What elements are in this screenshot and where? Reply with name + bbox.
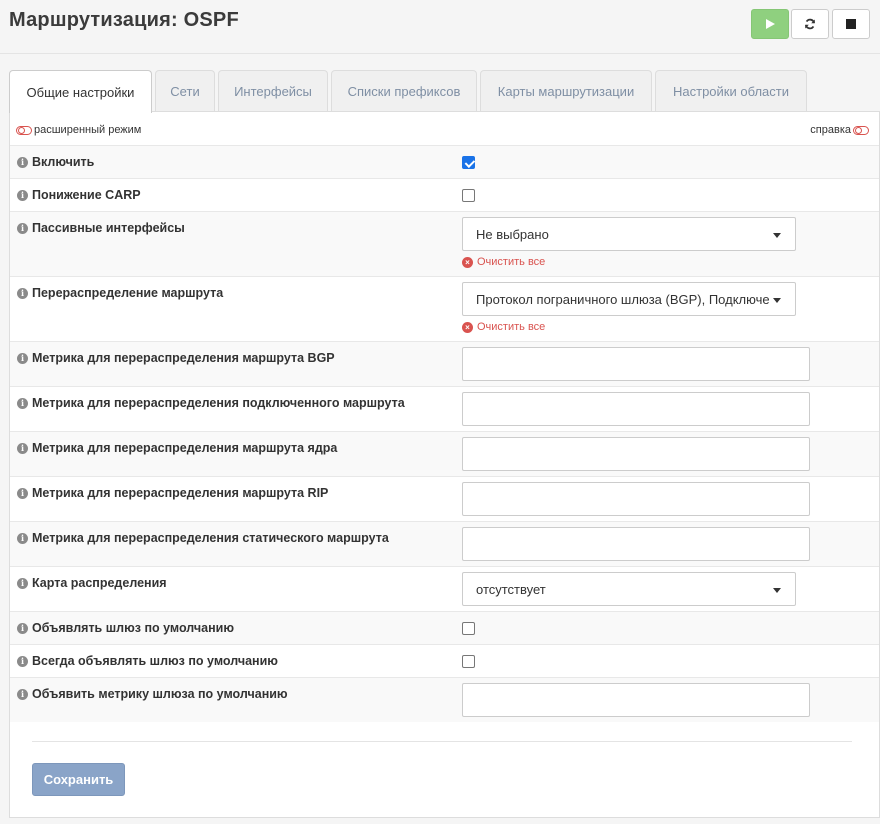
close-circle-icon: × — [462, 256, 473, 268]
row-connected-metric: i Метрика для перераспределения подключен… — [10, 386, 879, 431]
originate-default-checkbox[interactable] — [462, 622, 475, 635]
save-button[interactable]: Сохранить — [32, 763, 125, 796]
info-icon[interactable]: i — [17, 352, 28, 364]
restart-service-button[interactable] — [791, 9, 829, 39]
field-label: i Перераспределение маршрута — [17, 286, 223, 300]
connected-metric-input[interactable] — [462, 392, 810, 426]
tab-prefix-lists[interactable]: Списки префиксов — [331, 70, 477, 112]
tab-route-maps[interactable]: Карты маршрутизации — [480, 70, 652, 112]
passive-interfaces-select[interactable]: Не выбрано — [462, 217, 796, 251]
field-label: i Метрика для перераспределения подключен… — [17, 396, 405, 410]
tab-interfaces[interactable]: Интерфейсы — [218, 70, 328, 112]
static-metric-input[interactable] — [462, 527, 810, 561]
settings-panel: расширенный режим справка i Включить i Пон… — [9, 111, 880, 818]
start-service-button[interactable] — [751, 9, 789, 39]
help-toggle[interactable]: справка — [810, 124, 869, 136]
help-label: справка — [810, 124, 851, 136]
field-label: i Включить — [17, 155, 94, 169]
toggle-off-icon — [853, 125, 869, 135]
info-icon[interactable]: i — [17, 532, 28, 544]
row-bgp-metric: i Метрика для перераспределения маршрута … — [10, 341, 879, 386]
form-divider — [32, 741, 852, 742]
tab-general[interactable]: Общие настройки — [9, 70, 152, 113]
advanced-mode-label: расширенный режим — [34, 124, 142, 136]
stop-service-button[interactable] — [832, 9, 870, 39]
row-rip-metric: i Метрика для перераспределения маршрута … — [10, 476, 879, 521]
default-metric-input[interactable] — [462, 683, 810, 717]
enable-checkbox[interactable] — [462, 156, 475, 169]
field-label: i Пассивные интерфейсы — [17, 221, 185, 235]
clear-all-link[interactable]: × Очистить все — [462, 321, 545, 333]
toggle-off-icon — [16, 125, 32, 135]
field-label: i Карта распределения — [17, 576, 167, 590]
stop-icon — [846, 19, 856, 29]
redistribution-select[interactable]: Протокол пограничного шлюза (BGP), Подкл… — [462, 282, 796, 316]
field-label: i Объявить метрику шлюза по умолчанию — [17, 687, 288, 701]
row-passive-interfaces: i Пассивные интерфейсы Не выбрано × Очисти… — [10, 211, 879, 276]
tab-networks[interactable]: Сети — [155, 70, 215, 112]
kernel-metric-input[interactable] — [462, 437, 810, 471]
clear-all-link[interactable]: × Очистить все — [462, 256, 545, 268]
info-icon[interactable]: i — [17, 397, 28, 409]
row-default-metric: i Объявить метрику шлюза по умолчанию — [10, 677, 879, 722]
row-always-originate: i Всегда объявлять шлюз по умолчанию — [10, 644, 879, 677]
carp-checkbox[interactable] — [462, 189, 475, 202]
row-carp: i Понижение CARP — [10, 178, 879, 211]
info-icon[interactable]: i — [17, 287, 28, 299]
caret-down-icon — [773, 298, 781, 303]
row-redistribution: i Перераспределение маршрута Протокол пог… — [10, 276, 879, 341]
info-icon[interactable]: i — [17, 487, 28, 499]
row-kernel-metric: i Метрика для перераспределения маршрута … — [10, 431, 879, 476]
bgp-metric-input[interactable] — [462, 347, 810, 381]
row-static-metric: i Метрика для перераспределения статическ… — [10, 521, 879, 566]
play-icon — [766, 19, 775, 29]
caret-down-icon — [773, 588, 781, 593]
info-icon[interactable]: i — [17, 222, 28, 234]
info-icon[interactable]: i — [17, 688, 28, 700]
tab-area-settings[interactable]: Настройки области — [655, 70, 807, 112]
rip-metric-input[interactable] — [462, 482, 810, 516]
field-label: i Метрика для перераспределения маршрута … — [17, 441, 337, 455]
field-label: i Метрика для перераспределения маршрута … — [17, 486, 328, 500]
row-enable: i Включить — [10, 145, 879, 178]
field-label: i Объявлять шлюз по умолчанию — [17, 621, 234, 635]
info-icon[interactable]: i — [17, 655, 28, 667]
info-icon[interactable]: i — [17, 577, 28, 589]
row-distribute-map: i Карта распределения отсутствует — [10, 566, 879, 611]
page-title: Маршрутизация: OSPF — [9, 9, 239, 31]
row-originate-default: i Объявлять шлюз по умолчанию — [10, 611, 879, 644]
info-icon[interactable]: i — [17, 156, 28, 168]
info-icon[interactable]: i — [17, 442, 28, 454]
reload-icon — [805, 18, 815, 30]
distribute-map-select[interactable]: отсутствует — [462, 572, 796, 606]
page-header: Маршрутизация: OSPF — [0, 0, 880, 54]
caret-down-icon — [773, 233, 781, 238]
field-label: i Понижение CARP — [17, 188, 141, 202]
info-icon[interactable]: i — [17, 189, 28, 201]
info-icon[interactable]: i — [17, 622, 28, 634]
advanced-mode-toggle[interactable]: расширенный режим — [16, 124, 141, 136]
always-originate-checkbox[interactable] — [462, 655, 475, 668]
field-label: i Всегда объявлять шлюз по умолчанию — [17, 654, 278, 668]
field-label: i Метрика для перераспределения маршрута … — [17, 351, 335, 365]
close-circle-icon: × — [462, 321, 473, 333]
field-label: i Метрика для перераспределения статическ… — [17, 531, 389, 545]
